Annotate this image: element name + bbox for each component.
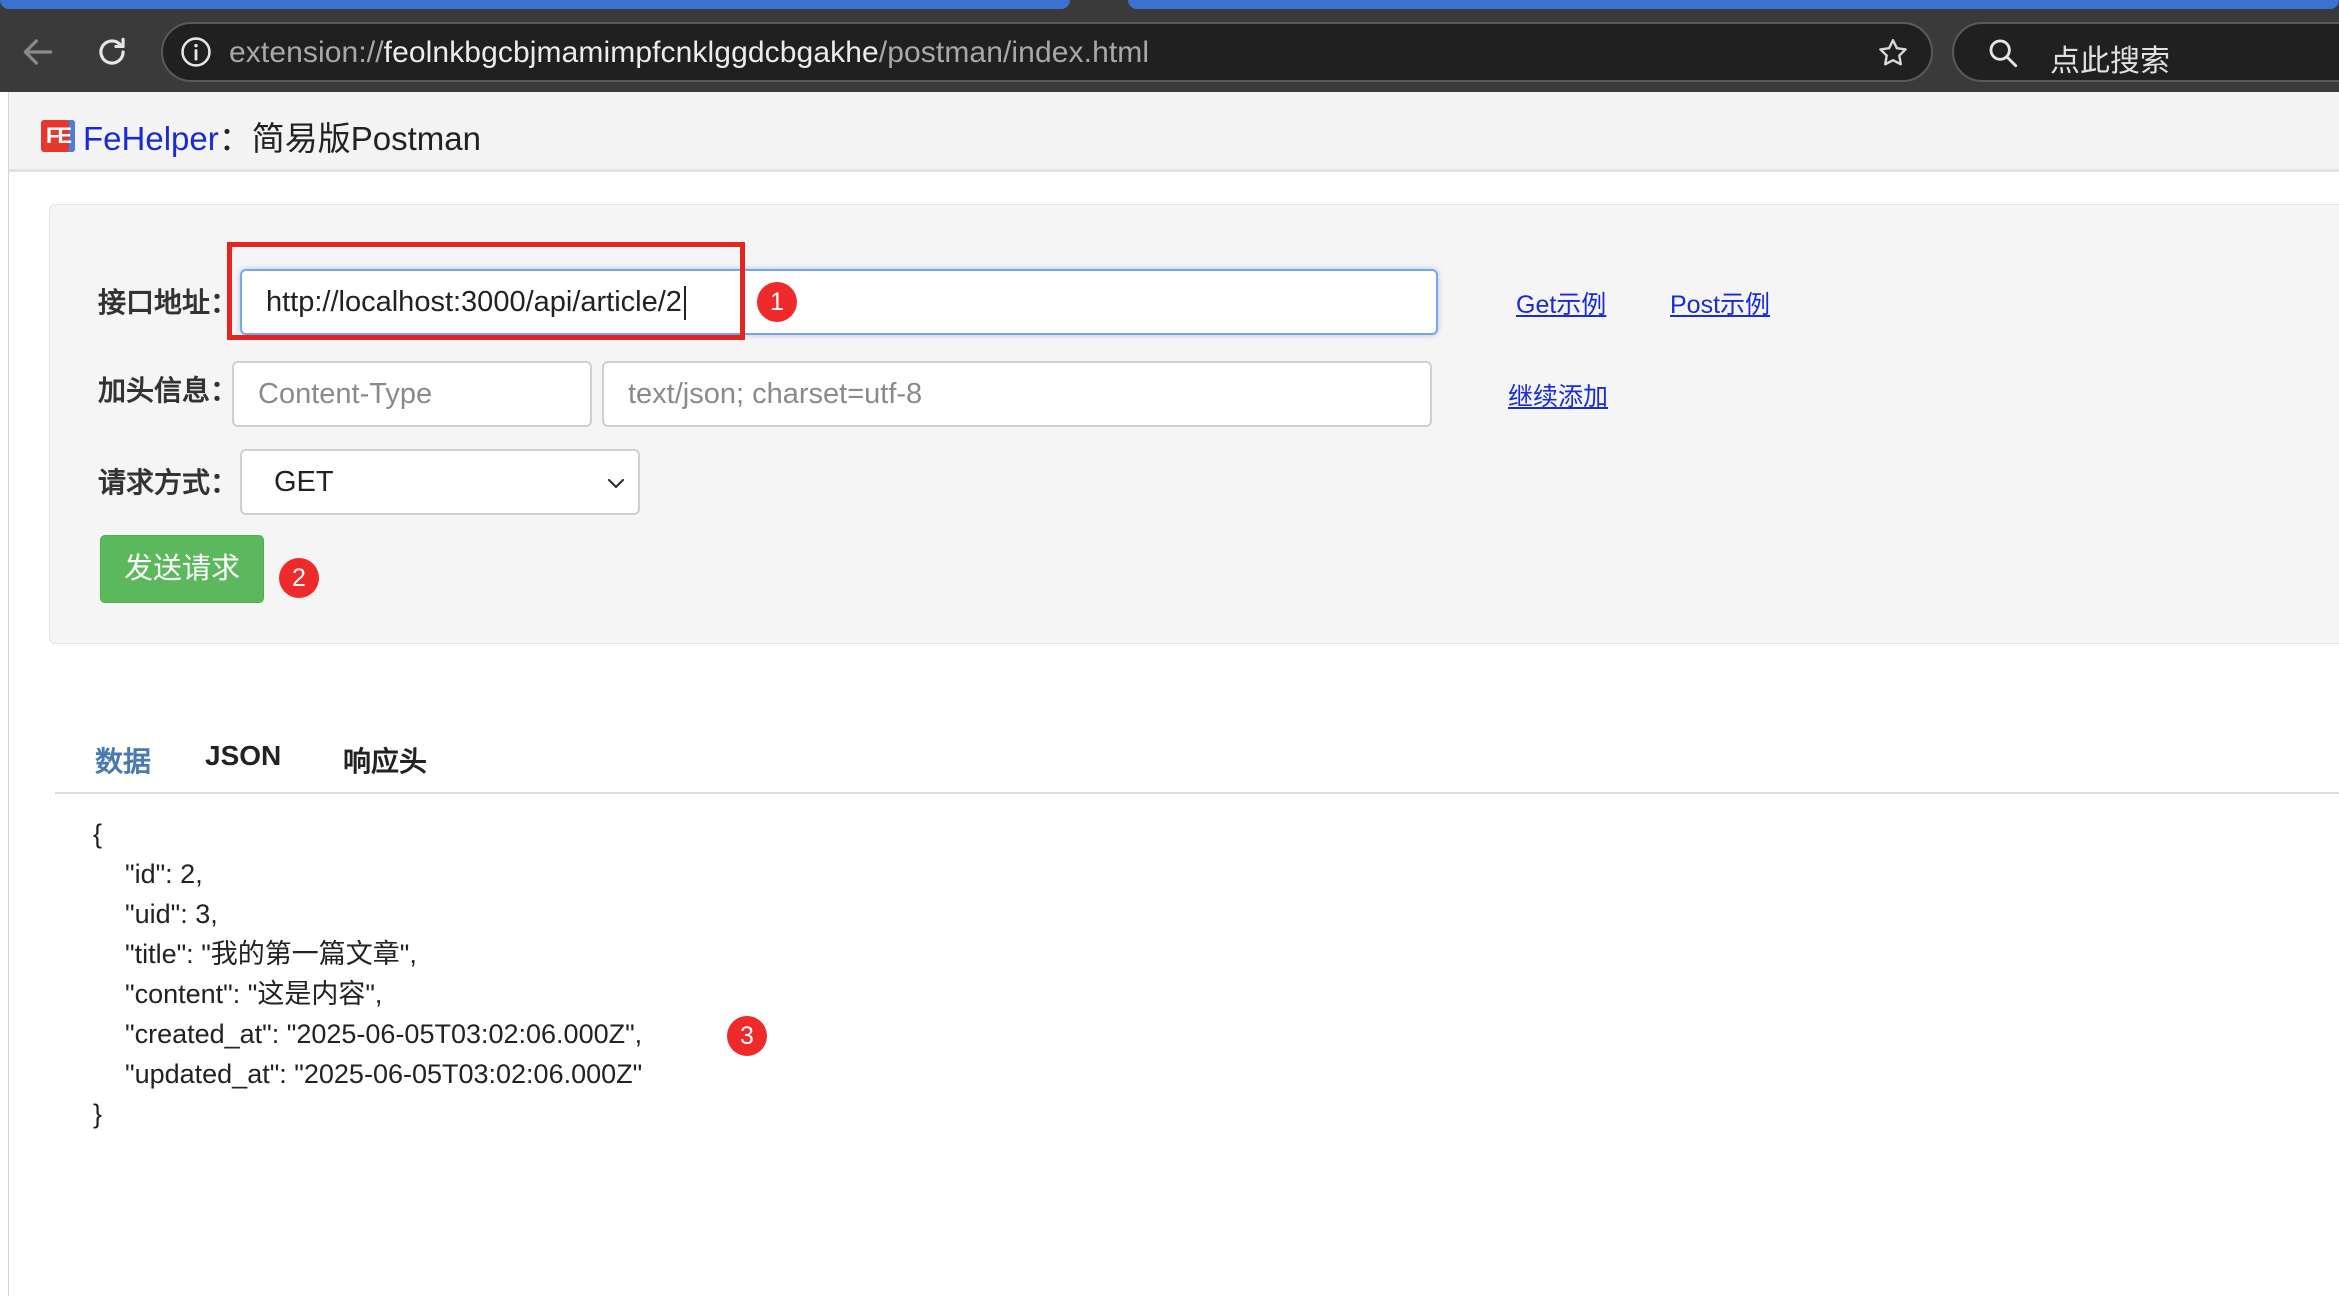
address-bar[interactable]: extension://feolnkbgcbjmamimpfcnklggdcbg…	[161, 22, 1933, 82]
url-path: /postman/index.html	[878, 36, 1150, 69]
text-caret	[683, 286, 686, 321]
search-box[interactable]: 点此搜索	[1952, 22, 2339, 82]
json-line: "title": "我的第一篇文章",	[125, 939, 417, 969]
reload-icon	[99, 37, 125, 65]
post-example-link[interactable]: Post示例	[1670, 285, 1770, 321]
tab-data[interactable]: 数据	[95, 740, 151, 780]
header-key-input[interactable]: Content-Type	[232, 361, 592, 427]
url-label: 接口地址：	[98, 287, 239, 318]
response-tabs: 数据 JSON 响应头	[55, 732, 2339, 794]
back-button[interactable]	[10, 24, 66, 80]
active-tab-strip[interactable]	[0, 0, 1070, 9]
back-arrow-icon	[23, 39, 53, 65]
tab-response-headers[interactable]: 响应头	[343, 740, 427, 780]
tab-strip[interactable]	[1128, 0, 2339, 9]
url-input[interactable]: http://localhost:3000/api/article/2	[240, 269, 1438, 335]
header-label: 加头信息：	[98, 375, 239, 406]
annotation-badge-2: 2	[279, 558, 319, 598]
tab-json[interactable]: JSON	[205, 740, 281, 772]
url-scheme: extension://	[229, 36, 384, 69]
page-content: FE FeHelper：简易版Postman 接口地址： http://loca…	[8, 92, 2339, 1296]
url-input-value: http://localhost:3000/api/article/2	[266, 286, 682, 318]
header-value-input[interactable]: text/json; charset=utf-8	[602, 361, 1432, 427]
brand-name-link[interactable]: FeHelper	[83, 120, 219, 157]
json-open-brace: {	[93, 819, 103, 849]
method-select[interactable]: GET	[240, 449, 640, 515]
search-icon	[1989, 39, 2018, 68]
send-request-button[interactable]: 发送请求	[100, 535, 264, 603]
json-line: "uid": 3,	[125, 899, 218, 929]
get-example-link[interactable]: Get示例	[1516, 285, 1606, 321]
tool-title: 简易版Postman	[251, 120, 481, 157]
fehelper-logo: FE	[41, 120, 75, 152]
reload-button[interactable]	[84, 24, 140, 80]
title-separator: ：	[218, 120, 252, 157]
json-line: "updated_at": "2025-06-05T03:02:06.000Z"	[125, 1059, 643, 1089]
method-select-value: GET	[274, 466, 334, 498]
page-header: FE FeHelper：简易版Postman	[9, 92, 2339, 172]
page-title: FeHelper：简易版Postman	[83, 112, 481, 160]
json-line: "created_at": "2025-06-05T03:02:06.000Z"…	[125, 1019, 643, 1049]
bookmark-star-icon[interactable]	[1875, 35, 1911, 71]
annotation-badge-3: 3	[727, 1016, 767, 1056]
json-line: "content": "这是内容",	[125, 979, 383, 1009]
request-panel: 接口地址： http://localhost:3000/api/article/…	[49, 204, 2339, 644]
browser-toolbar: extension://feolnkbgcbjmamimpfcnklggdcbg…	[0, 0, 2339, 92]
json-close-brace: }	[93, 1099, 103, 1129]
site-info-icon[interactable]	[179, 35, 213, 69]
chevron-down-icon	[607, 478, 625, 489]
response-body: { "id": 2, "uid": 3, "title": "我的第一篇文章",…	[93, 814, 642, 1134]
add-header-link[interactable]: 继续添加	[1508, 377, 1608, 413]
search-placeholder: 点此搜索	[2050, 45, 2170, 78]
method-label: 请求方式：	[98, 467, 239, 498]
url-host: feolnkbgcbjmamimpfcnklggdcbgakhe	[383, 36, 879, 69]
address-url[interactable]: extension://feolnkbgcbjmamimpfcnklggdcbg…	[229, 36, 1149, 70]
json-line: "id": 2,	[125, 859, 203, 889]
annotation-badge-1: 1	[757, 282, 797, 322]
